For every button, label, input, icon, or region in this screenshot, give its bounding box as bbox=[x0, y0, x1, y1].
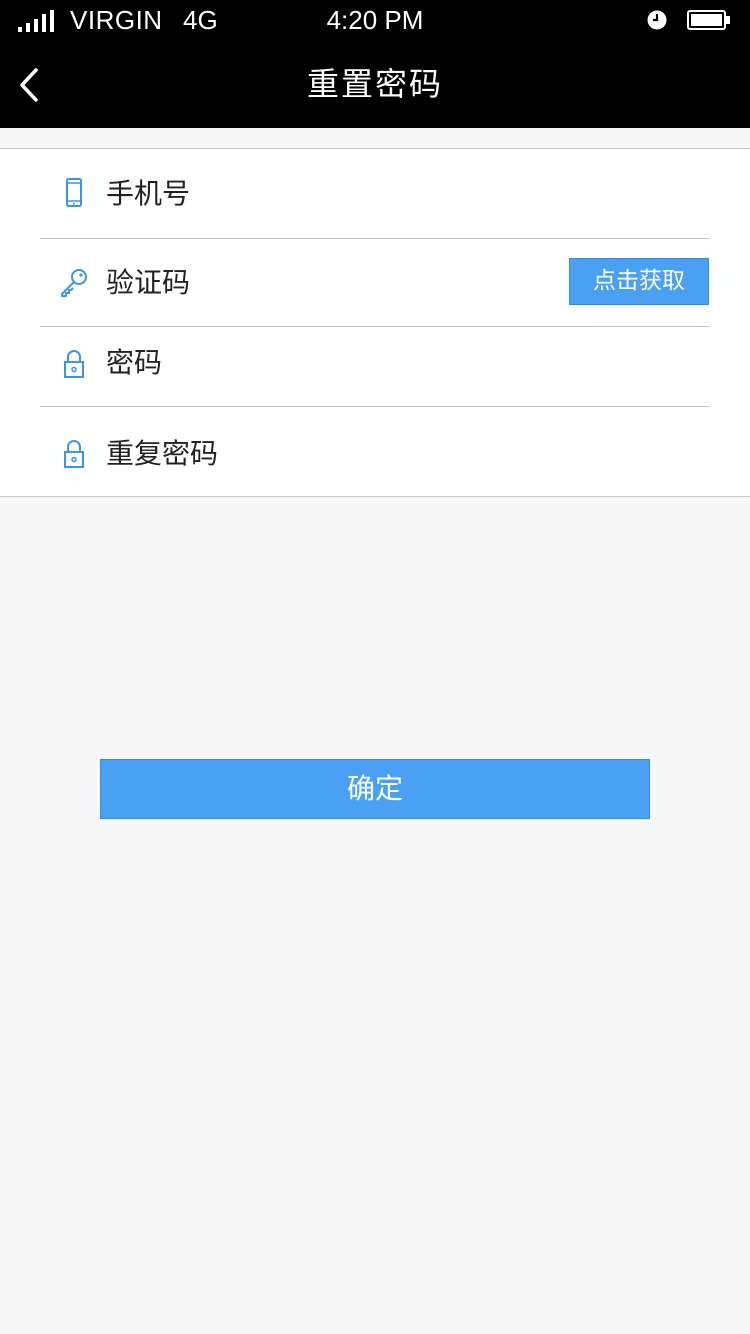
phone-icon bbox=[66, 178, 82, 207]
password-row bbox=[40, 327, 710, 407]
confirm-button[interactable]: 确定 bbox=[100, 759, 650, 819]
repeat-password-input[interactable] bbox=[106, 429, 526, 477]
verification-code-input[interactable] bbox=[106, 258, 506, 306]
status-bar: VIRGIN 4G 4:20 PM bbox=[0, 0, 750, 42]
alarm-icon bbox=[647, 10, 667, 30]
status-time: 4:20 PM bbox=[326, 5, 424, 35]
repeat-password-row bbox=[40, 407, 710, 496]
page-title: 重置密码 bbox=[306, 65, 443, 103]
phone-input[interactable] bbox=[106, 169, 526, 217]
reset-password-form: 点击获取 bbox=[0, 148, 750, 497]
phone-row bbox=[40, 149, 710, 239]
password-input[interactable] bbox=[106, 338, 526, 386]
nav-bar: 重置密码 bbox=[0, 42, 750, 128]
lock-icon bbox=[64, 440, 84, 468]
get-code-button[interactable]: 点击获取 bbox=[569, 258, 709, 305]
key-icon bbox=[61, 269, 87, 297]
verification-code-row: 点击获取 bbox=[40, 239, 710, 327]
lock-icon bbox=[64, 350, 84, 378]
battery-icon bbox=[687, 10, 730, 30]
